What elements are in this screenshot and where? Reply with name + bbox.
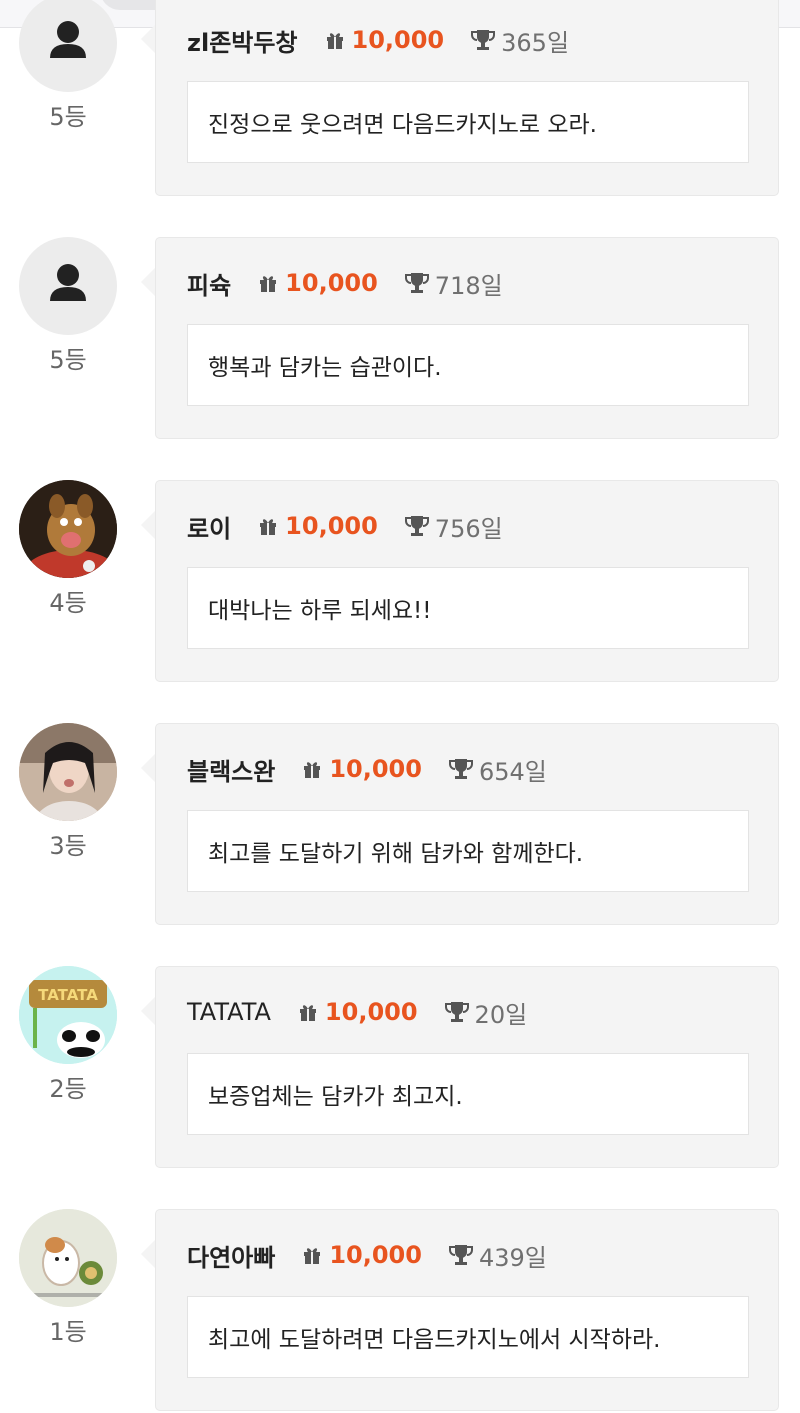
gift-icon [324, 29, 346, 51]
user-silhouette-icon [50, 264, 86, 301]
points-value: 10,000 [324, 998, 418, 1026]
entry-meta: 로이 10,000 756일 [187, 509, 503, 543]
bubble-arrow [141, 996, 156, 1026]
message-box: 진정으로 웃으려면 다음드카지노로 오라. [187, 81, 749, 163]
entry-meta: TATATA 10,000 20일 [187, 995, 527, 1029]
list-item: TATATA 2등 TATATA 10,000 20일 보증업체는 담카가 최고… [0, 966, 800, 1170]
comment-bubble: TATATA 10,000 20일 보증업체는 담카가 최고지. [155, 966, 779, 1168]
list-item: 3등 블랙스완 10,000 654일 최고를 도달하기 위해 담카와 함께한다… [0, 723, 800, 927]
entry-meta: 피슉 10,000 718일 [187, 266, 503, 300]
message-box: 보증업체는 담카가 최고지. [187, 1053, 749, 1135]
nickname[interactable]: TATATA [187, 998, 271, 1026]
rank-label: 4등 [49, 589, 87, 617]
avatar[interactable] [19, 0, 117, 92]
points-value: 10,000 [285, 269, 378, 297]
points-value: 10,000 [351, 26, 445, 54]
nickname[interactable]: 다연아빠 [187, 1238, 275, 1273]
message-box: 최고를 도달하기 위해 담카와 함께한다. [187, 810, 749, 892]
message-text: 대박나는 하루 되세요!! [208, 598, 432, 624]
comment-bubble: 로이 10,000 756일 대박나는 하루 되세요!! [155, 480, 779, 682]
avatar-text: TATATA [38, 986, 98, 1004]
list-item: 1등 다연아빠 10,000 439일 최고에 도달하려면 다음드카지노에서 시… [0, 1209, 800, 1413]
gift-icon [257, 515, 279, 537]
attendance-days: 654일 [478, 757, 547, 786]
rank-label: 2등 [49, 1075, 87, 1103]
avatar[interactable] [19, 480, 117, 578]
comment-bubble: 블랙스완 10,000 654일 최고를 도달하기 위해 담카와 함께한다. [155, 723, 779, 925]
trophy-icon [404, 514, 430, 538]
message-box: 대박나는 하루 되세요!! [187, 567, 749, 649]
attendance-days: 718일 [434, 271, 503, 300]
user-silhouette-icon [50, 21, 86, 58]
list-item: 5등 zl존박두창 10,000 365일 진정으로 웃으려면 다음드카지노로 … [0, 0, 800, 198]
comment-bubble: 피슉 10,000 718일 행복과 담카는 습관이다. [155, 237, 779, 439]
nickname[interactable]: 로이 [187, 509, 231, 544]
nickname[interactable]: 피슉 [187, 266, 231, 301]
cartoon-dog-avatar-image [19, 480, 117, 578]
bubble-arrow [141, 753, 156, 783]
message-text: 보증업체는 담카가 최고지. [208, 1084, 463, 1110]
attendance-days: 439일 [478, 1243, 547, 1272]
trophy-icon [448, 1243, 474, 1267]
avatar[interactable] [19, 237, 117, 335]
comment-bubble: 다연아빠 10,000 439일 최고에 도달하려면 다음드카지노에서 시작하라… [155, 1209, 779, 1411]
entry-meta: zl존박두창 10,000 365일 [187, 23, 569, 57]
message-text: 최고를 도달하기 위해 담카와 함께한다. [208, 841, 584, 867]
rank-label: 5등 [49, 346, 87, 374]
entry-meta: 블랙스완 10,000 654일 [187, 752, 547, 786]
trophy-icon [444, 1000, 470, 1024]
bubble-arrow [141, 1239, 156, 1269]
points-value: 10,000 [329, 1241, 422, 1269]
list-item: 4등 로이 10,000 756일 대박나는 하루 되세요!! [0, 480, 800, 684]
message-box: 최고에 도달하려면 다음드카지노에서 시작하라. [187, 1296, 749, 1378]
points-value: 10,000 [329, 755, 422, 783]
rank-label: 3등 [49, 832, 87, 860]
avatar[interactable]: TATATA [19, 966, 117, 1064]
avatar[interactable] [19, 723, 117, 821]
message-box: 행복과 담카는 습관이다. [187, 324, 749, 406]
message-text: 진정으로 웃으려면 다음드카지노로 오라. [208, 112, 597, 138]
nickname[interactable]: 블랙스완 [187, 752, 275, 787]
photo-avatar-image [19, 723, 117, 821]
gift-icon [301, 1244, 323, 1266]
bubble-arrow [141, 24, 156, 54]
bubble-arrow [141, 267, 156, 297]
trophy-icon [404, 271, 430, 295]
bubble-arrow [141, 510, 156, 540]
hamster-avatar-image [19, 1209, 117, 1307]
rank-label: 1등 [49, 1318, 87, 1346]
points-value: 10,000 [285, 512, 378, 540]
rank-label: 5등 [49, 103, 87, 131]
attendance-days: 365일 [501, 28, 570, 57]
list-item: 5등 피슉 10,000 718일 행복과 담카는 습관이다. [0, 237, 800, 441]
comment-bubble: zl존박두창 10,000 365일 진정으로 웃으려면 다음드카지노로 오라. [155, 0, 779, 196]
nickname[interactable]: zl존박두창 [187, 23, 298, 58]
panda-avatar-image: TATATA [19, 966, 117, 1064]
entry-meta: 다연아빠 10,000 439일 [187, 1238, 547, 1272]
gift-icon [297, 1001, 319, 1023]
trophy-icon [470, 28, 496, 52]
message-text: 최고에 도달하려면 다음드카지노에서 시작하라. [208, 1327, 661, 1353]
gift-icon [301, 758, 323, 780]
message-text: 행복과 담카는 습관이다. [208, 355, 442, 381]
attendance-days: 20일 [474, 1000, 528, 1029]
attendance-days: 756일 [434, 514, 503, 543]
avatar[interactable] [19, 1209, 117, 1307]
trophy-icon [448, 757, 474, 781]
gift-icon [257, 272, 279, 294]
